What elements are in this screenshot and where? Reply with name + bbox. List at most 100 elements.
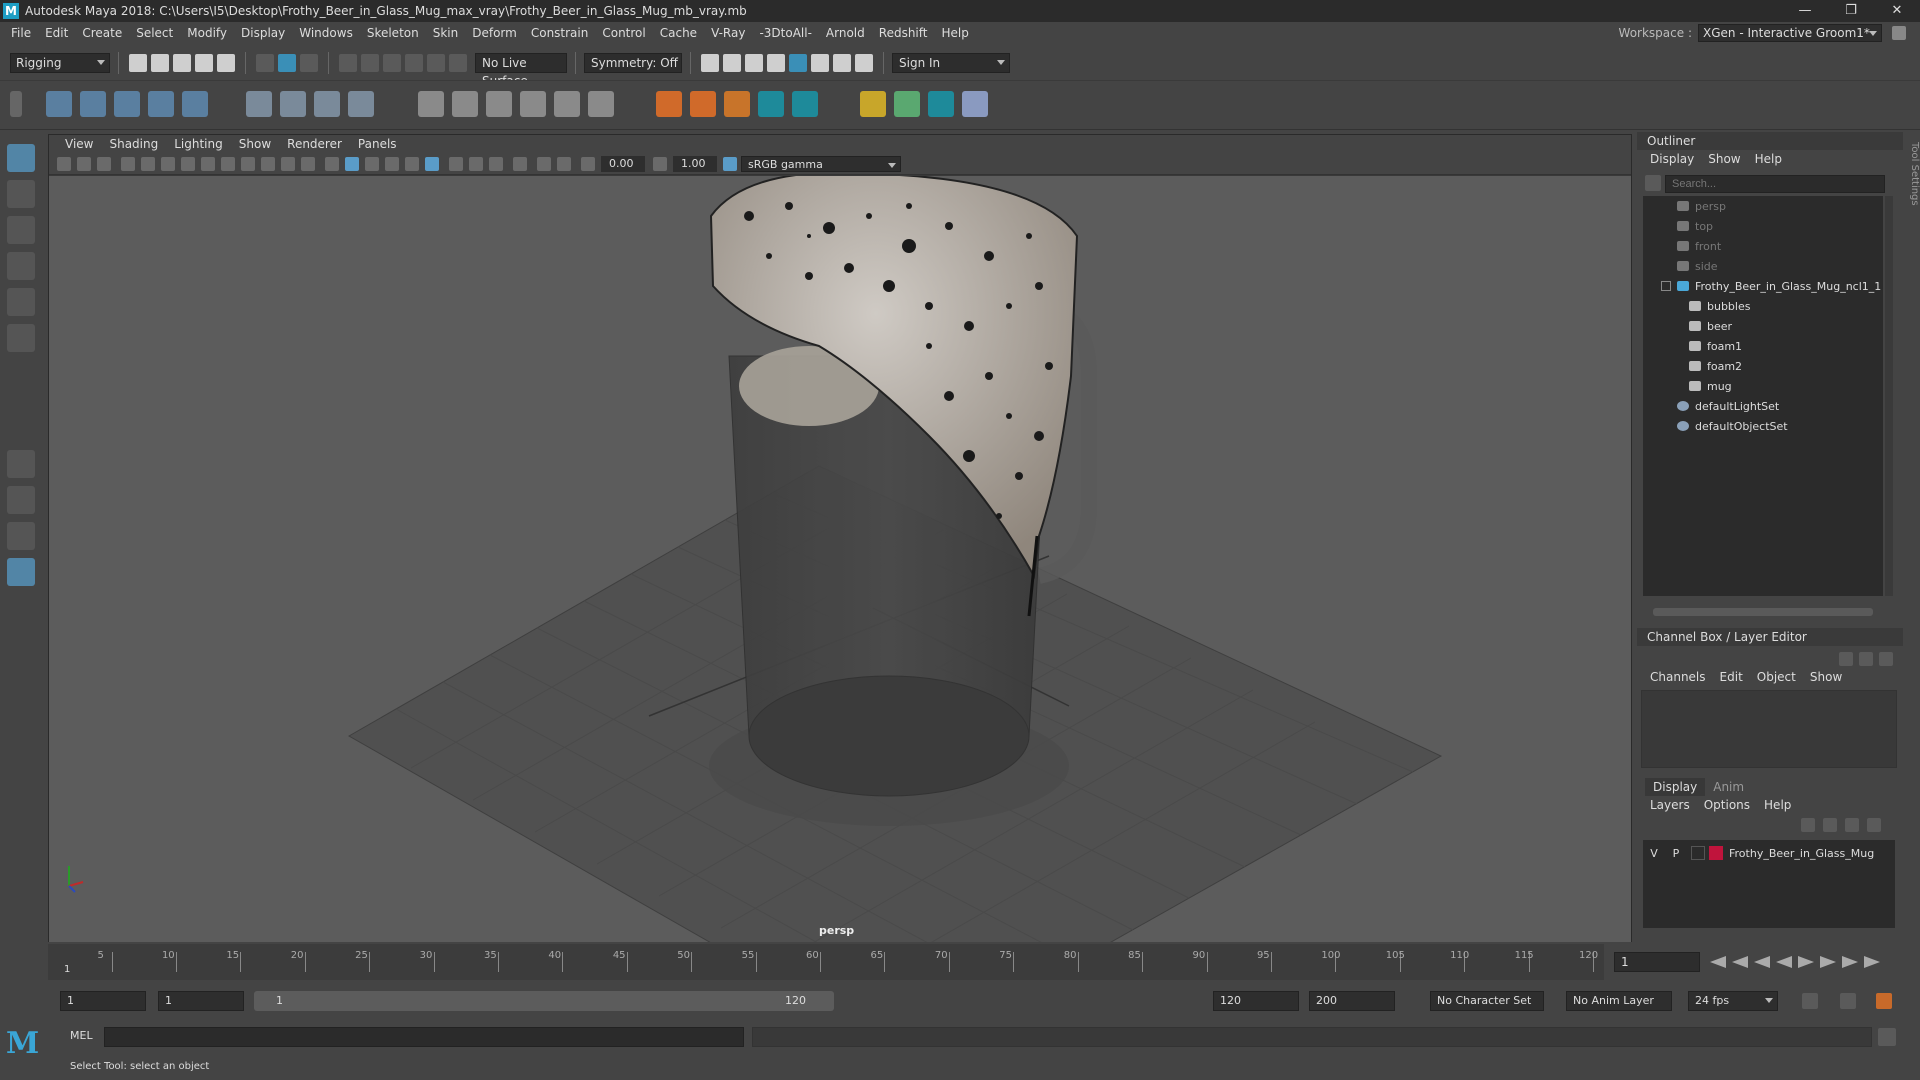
layer-color-swatch[interactable] xyxy=(1709,846,1723,860)
exposure-field[interactable]: 0.00 xyxy=(601,156,645,172)
range-slider[interactable]: 1 120 xyxy=(254,991,834,1011)
menu-select[interactable]: Select xyxy=(129,22,180,44)
resolution-gate-icon[interactable] xyxy=(221,157,235,171)
live-surface-field[interactable]: No Live Surface xyxy=(475,53,567,88)
outliner-item[interactable]: defaultObjectSet xyxy=(1677,416,1788,436)
layer-menu-layers[interactable]: Layers xyxy=(1643,798,1697,812)
outliner-item[interactable]: top xyxy=(1677,216,1713,236)
channel-menu-object[interactable]: Object xyxy=(1750,670,1803,684)
quick-rig-icon[interactable] xyxy=(758,91,784,117)
view-transform-dropdown[interactable]: sRGB gamma xyxy=(741,156,901,172)
four-view-icon[interactable] xyxy=(7,486,35,514)
parent-constraint-icon[interactable] xyxy=(554,91,580,117)
attribute-editor-icon[interactable] xyxy=(1859,652,1873,666)
skeleton-icon[interactable] xyxy=(792,91,818,117)
outliner-search-input[interactable] xyxy=(1665,175,1885,193)
move-tool-icon[interactable] xyxy=(7,252,35,280)
menu-file[interactable]: File xyxy=(4,22,38,44)
select-component-icon[interactable] xyxy=(300,54,318,72)
panel-menu-renderer[interactable]: Renderer xyxy=(279,137,350,151)
scale-constraint-icon[interactable] xyxy=(520,91,546,117)
panel-menu-view[interactable]: View xyxy=(57,137,101,151)
outliner-item[interactable]: persp xyxy=(1677,196,1726,216)
mirror-joint-icon[interactable] xyxy=(148,91,174,117)
move-layer-up-icon[interactable] xyxy=(1801,818,1815,832)
single-view-icon[interactable] xyxy=(7,450,35,478)
channel-box-toggle-icon[interactable] xyxy=(1839,652,1853,666)
menu-control[interactable]: Control xyxy=(595,22,652,44)
layer-menu-options[interactable]: Options xyxy=(1697,798,1757,812)
animation-end-field[interactable]: 200 xyxy=(1309,991,1395,1011)
menu-edit[interactable]: Edit xyxy=(38,22,75,44)
redo-icon[interactable] xyxy=(217,54,235,72)
aim-constraint-icon[interactable] xyxy=(452,91,478,117)
select-hierarchy-icon[interactable] xyxy=(256,54,274,72)
snap-surface-icon[interactable] xyxy=(427,54,445,72)
grid-toggle-icon[interactable] xyxy=(181,157,195,171)
play-backward-icon[interactable] xyxy=(1776,956,1792,968)
menu-constrain[interactable]: Constrain xyxy=(524,22,596,44)
command-language-toggle[interactable]: MEL xyxy=(70,1029,93,1042)
isolate-select-icon[interactable] xyxy=(513,157,527,171)
layer-playback-toggle[interactable]: P xyxy=(1665,847,1687,860)
menu-skin[interactable]: Skin xyxy=(426,22,466,44)
close-button[interactable]: ✕ xyxy=(1874,0,1920,22)
panel-menu-show[interactable]: Show xyxy=(231,137,279,151)
animation-start-field[interactable]: 1 xyxy=(60,991,146,1011)
pause-icon[interactable] xyxy=(855,54,873,72)
outliner-item[interactable]: foam2 xyxy=(1689,356,1742,376)
snap-pivot-icon[interactable] xyxy=(449,54,467,72)
step-forward-key-icon[interactable] xyxy=(1842,956,1858,968)
ambient-occlusion-icon[interactable] xyxy=(469,157,483,171)
film-gate-icon[interactable] xyxy=(201,157,215,171)
maximize-button[interactable]: ❐ xyxy=(1828,0,1874,22)
color-management-icon[interactable] xyxy=(723,157,737,171)
menu-windows[interactable]: Windows xyxy=(292,22,360,44)
safe-title-icon[interactable] xyxy=(301,157,315,171)
menuset-dropdown[interactable]: Rigging xyxy=(10,53,110,73)
exposure-icon[interactable] xyxy=(581,157,595,171)
open-scene-icon[interactable] xyxy=(151,54,169,72)
symmetry-dropdown[interactable]: Symmetry: Off xyxy=(584,53,682,73)
ik-handle-icon[interactable] xyxy=(80,91,106,117)
shadows-icon[interactable] xyxy=(449,157,463,171)
step-back-key-icon[interactable] xyxy=(1732,956,1748,968)
outliner-menu-show[interactable]: Show xyxy=(1701,152,1747,166)
layer-menu-help[interactable]: Help xyxy=(1757,798,1798,812)
outliner-menu-help[interactable]: Help xyxy=(1748,152,1789,166)
menu-cache[interactable]: Cache xyxy=(653,22,704,44)
render-view-icon[interactable] xyxy=(811,54,829,72)
field-chart-icon[interactable] xyxy=(261,157,275,171)
playback-end-field[interactable]: 120 xyxy=(1213,991,1299,1011)
outliner-filter-icon[interactable] xyxy=(1645,175,1661,191)
select-object-icon[interactable] xyxy=(278,54,296,72)
workspace-dropdown[interactable]: XGen - Interactive Groom1* xyxy=(1698,24,1882,42)
paint-weights-icon[interactable] xyxy=(860,91,886,117)
joint-tool-icon[interactable] xyxy=(46,91,72,117)
outliner-item[interactable]: mug xyxy=(1689,376,1732,396)
panel-menu-panels[interactable]: Panels xyxy=(350,137,405,151)
layer-row[interactable]: V P Frothy_Beer_in_Glass_Mug xyxy=(1643,844,1895,862)
viewport-3d[interactable]: persp xyxy=(49,176,1631,942)
new-scene-icon[interactable] xyxy=(129,54,147,72)
layer-display-type[interactable] xyxy=(1691,846,1705,860)
animation-prefs-icon[interactable] xyxy=(1876,993,1892,1009)
fps-dropdown[interactable]: 24 fps xyxy=(1688,991,1778,1011)
snap-view-icon[interactable] xyxy=(405,54,423,72)
tool-settings-icon[interactable] xyxy=(1879,652,1893,666)
outliner-item[interactable]: foam1 xyxy=(1689,336,1742,356)
rotate-tool-icon[interactable] xyxy=(7,288,35,316)
auto-key-icon[interactable] xyxy=(1840,993,1856,1009)
character-set-dropdown[interactable]: No Character Set xyxy=(1430,991,1544,1011)
outliner-item[interactable]: defaultLightSet xyxy=(1677,396,1779,416)
outliner-item[interactable]: front xyxy=(1677,236,1721,256)
sculpt-icon[interactable] xyxy=(894,91,920,117)
select-tool-icon[interactable] xyxy=(7,144,35,172)
menu-vray[interactable]: V-Ray xyxy=(704,22,752,44)
hud-icon[interactable] xyxy=(537,157,551,171)
panel-menu-shading[interactable]: Shading xyxy=(101,137,166,151)
snap-curve-icon[interactable] xyxy=(361,54,379,72)
persp-outliner-icon[interactable] xyxy=(7,522,35,550)
lasso-tool-icon[interactable] xyxy=(7,180,35,208)
menu-modify[interactable]: Modify xyxy=(180,22,234,44)
